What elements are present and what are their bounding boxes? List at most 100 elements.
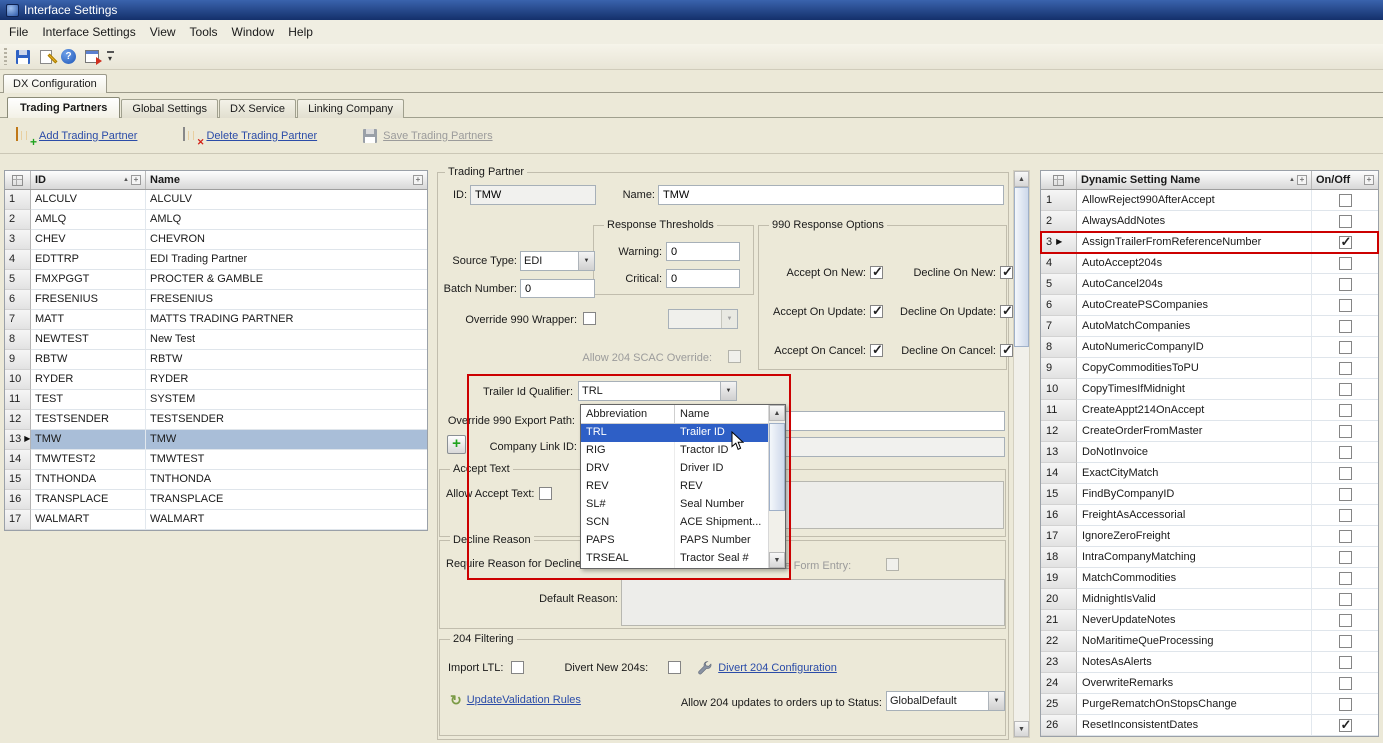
- partner-row[interactable]: 4EDTTRPEDI Trading Partner: [5, 250, 427, 270]
- onoff-checkbox[interactable]: [1339, 677, 1352, 690]
- setting-onoff-cell[interactable]: [1312, 631, 1378, 652]
- setting-name-cell[interactable]: CreateAppt214OnAccept: [1077, 400, 1312, 421]
- setting-name-cell[interactable]: ResetInconsistentDates: [1077, 715, 1312, 736]
- setting-name-cell[interactable]: AllowReject990AfterAccept: [1077, 190, 1312, 211]
- partner-id-cell[interactable]: FMXPGGT: [31, 270, 146, 290]
- pin-icon[interactable]: +: [1364, 175, 1374, 185]
- partner-name-cell[interactable]: PROCTER & GAMBLE: [146, 270, 427, 290]
- setting-onoff-cell[interactable]: [1312, 421, 1378, 442]
- setting-row[interactable]: 25PurgeRematchOnStopsChange: [1041, 694, 1378, 715]
- partner-name-cell[interactable]: TMW: [146, 430, 427, 450]
- onoff-checkbox[interactable]: [1339, 593, 1352, 606]
- menu-interface-settings[interactable]: Interface Settings: [35, 22, 142, 42]
- partner-row[interactable]: 14TMWTEST2TMWTEST: [5, 450, 427, 470]
- setting-name-cell[interactable]: IntraCompanyMatching: [1077, 547, 1312, 568]
- setting-row[interactable]: 17IgnoreZeroFreight: [1041, 526, 1378, 547]
- setting-row[interactable]: 20MidnightIsValid: [1041, 589, 1378, 610]
- setting-row[interactable]: 21NeverUpdateNotes: [1041, 610, 1378, 631]
- add-trading-partner-link[interactable]: Add Trading Partner: [39, 130, 137, 142]
- partner-row[interactable]: 11TESTSYSTEM: [5, 390, 427, 410]
- import-ltl-checkbox[interactable]: [511, 661, 524, 674]
- setting-name-cell[interactable]: AutoCancel204s: [1077, 274, 1312, 295]
- setting-row[interactable]: 16FreightAsAccessorial: [1041, 505, 1378, 526]
- onoff-checkbox[interactable]: [1339, 698, 1352, 711]
- setting-row[interactable]: 15FindByCompanyID: [1041, 484, 1378, 505]
- setting-row[interactable]: 8AutoNumericCompanyID: [1041, 337, 1378, 358]
- divert-204-configuration-link[interactable]: Divert 204 Configuration: [718, 662, 837, 674]
- setting-onoff-cell[interactable]: [1312, 274, 1378, 295]
- partner-name-cell[interactable]: ALCULV: [146, 190, 427, 210]
- setting-onoff-cell[interactable]: [1312, 715, 1378, 736]
- setting-name-cell[interactable]: AssignTrailerFromReferenceNumber: [1077, 232, 1312, 253]
- partner-row[interactable]: 8NEWTESTNew Test: [5, 330, 427, 350]
- add-trading-partner-button[interactable]: Add Trading Partner: [16, 128, 137, 143]
- setting-name-cell[interactable]: CreateOrderFromMaster: [1077, 421, 1312, 442]
- onoff-checkbox[interactable]: [1339, 320, 1352, 333]
- partner-id-cell[interactable]: ALCULV: [31, 190, 146, 210]
- onoff-checkbox[interactable]: [1339, 236, 1352, 249]
- onoff-checkbox[interactable]: [1339, 719, 1352, 732]
- onoff-checkbox[interactable]: [1339, 257, 1352, 270]
- setting-row[interactable]: 3▶AssignTrailerFromReferenceNumber: [1041, 232, 1378, 253]
- setting-onoff-cell[interactable]: [1312, 295, 1378, 316]
- tab-linking-company[interactable]: Linking Company: [297, 99, 404, 118]
- setting-onoff-cell[interactable]: [1312, 337, 1378, 358]
- setting-name-cell[interactable]: AutoCreatePSCompanies: [1077, 295, 1312, 316]
- name-field[interactable]: [658, 185, 1004, 205]
- setting-onoff-cell[interactable]: [1312, 568, 1378, 589]
- setting-row[interactable]: 14ExactCityMatch: [1041, 463, 1378, 484]
- setting-onoff-cell[interactable]: [1312, 652, 1378, 673]
- setting-name-cell[interactable]: ExactCityMatch: [1077, 463, 1312, 484]
- divert-new-204s-checkbox[interactable]: [668, 661, 681, 674]
- scrollbar-track[interactable]: [769, 421, 785, 552]
- partner-name-cell[interactable]: TESTSENDER: [146, 410, 427, 430]
- setting-row[interactable]: 9CopyCommoditiesToPU: [1041, 358, 1378, 379]
- menu-file[interactable]: File: [2, 22, 35, 42]
- setting-name-cell[interactable]: NoMaritimeQueProcessing: [1077, 631, 1312, 652]
- pin-icon[interactable]: +: [131, 175, 141, 185]
- setting-onoff-cell[interactable]: [1312, 379, 1378, 400]
- setting-name-cell[interactable]: AutoAccept204s: [1077, 253, 1312, 274]
- setting-onoff-cell[interactable]: [1312, 526, 1378, 547]
- setting-row[interactable]: 22NoMaritimeQueProcessing: [1041, 631, 1378, 652]
- scroll-up-icon[interactable]: ▲: [769, 405, 785, 421]
- chevron-down-icon[interactable]: ▼: [720, 382, 736, 400]
- setting-name-cell[interactable]: OverwriteRemarks: [1077, 673, 1312, 694]
- partner-row[interactable]: 1ALCULVALCULV: [5, 190, 427, 210]
- response-option-checkbox[interactable]: [1000, 266, 1013, 279]
- warning-field[interactable]: [666, 242, 740, 261]
- allow-accept-text-checkbox[interactable]: [539, 487, 552, 500]
- partner-row[interactable]: 17WALMARTWALMART: [5, 510, 427, 530]
- column-header-dynamic-setting-name[interactable]: Dynamic Setting Name ▲+: [1077, 171, 1312, 189]
- partner-name-cell[interactable]: RBTW: [146, 350, 427, 370]
- dropdown-option[interactable]: TRLTrailer ID: [581, 424, 768, 442]
- setting-onoff-cell[interactable]: [1312, 484, 1378, 505]
- setting-onoff-cell[interactable]: [1312, 610, 1378, 631]
- setting-onoff-cell[interactable]: [1312, 673, 1378, 694]
- response-option-checkbox[interactable]: [870, 344, 883, 357]
- partner-id-cell[interactable]: TESTSENDER: [31, 410, 146, 430]
- partner-id-cell[interactable]: NEWTEST: [31, 330, 146, 350]
- chevron-down-icon[interactable]: ▼: [988, 692, 1004, 710]
- setting-name-cell[interactable]: FreightAsAccessorial: [1077, 505, 1312, 526]
- update-validation-rules-link[interactable]: UpdateValidation Rules: [467, 694, 581, 706]
- onoff-checkbox[interactable]: [1339, 551, 1352, 564]
- setting-row[interactable]: 2AlwaysAddNotes: [1041, 211, 1378, 232]
- help-button[interactable]: ?: [57, 46, 80, 68]
- partner-row[interactable]: 3CHEVCHEVRON: [5, 230, 427, 250]
- setting-onoff-cell[interactable]: [1312, 589, 1378, 610]
- tab-global-settings[interactable]: Global Settings: [121, 99, 218, 118]
- setting-name-cell[interactable]: NotesAsAlerts: [1077, 652, 1312, 673]
- setting-row[interactable]: 4AutoAccept204s: [1041, 253, 1378, 274]
- dropdown-option[interactable]: SL#Seal Number: [581, 496, 768, 514]
- setting-row[interactable]: 12CreateOrderFromMaster: [1041, 421, 1378, 442]
- export-grid-button[interactable]: [80, 46, 103, 68]
- partner-name-cell[interactable]: CHEVRON: [146, 230, 427, 250]
- setting-onoff-cell[interactable]: [1312, 400, 1378, 421]
- partner-name-cell[interactable]: TMWTEST: [146, 450, 427, 470]
- partner-row[interactable]: 9RBTWRBTW: [5, 350, 427, 370]
- partner-id-cell[interactable]: MATT: [31, 310, 146, 330]
- edit-document-button[interactable]: [34, 46, 57, 68]
- partner-name-cell[interactable]: WALMART: [146, 510, 427, 530]
- partner-row[interactable]: 5FMXPGGTPROCTER & GAMBLE: [5, 270, 427, 290]
